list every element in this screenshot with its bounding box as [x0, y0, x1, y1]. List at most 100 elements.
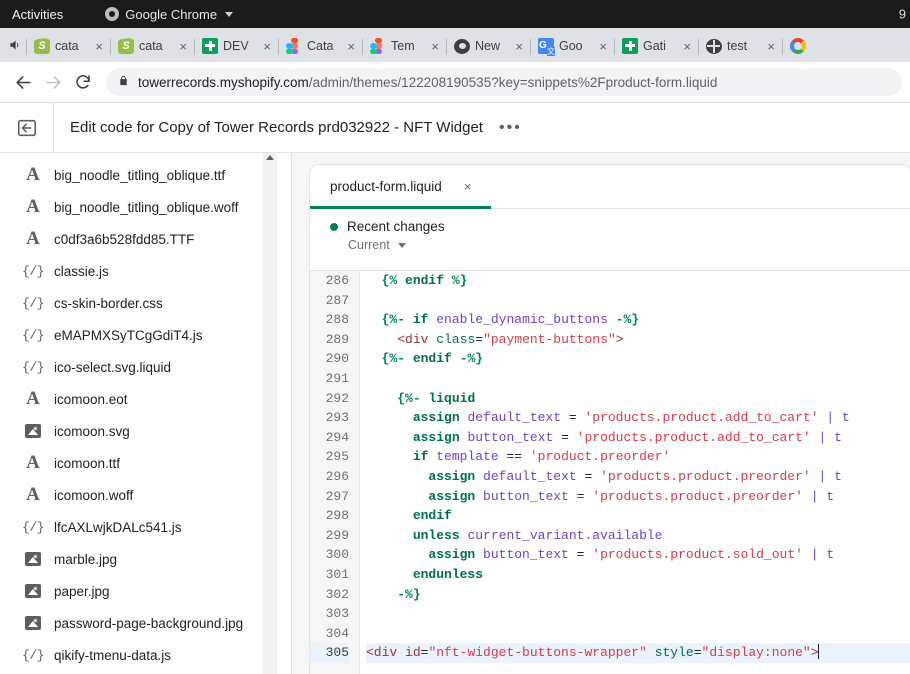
- code-area[interactable]: 2862872882892902912922932942952962972982…: [310, 271, 910, 674]
- code-line[interactable]: assign default_text = 'products.product.…: [366, 467, 910, 487]
- code-line[interactable]: [366, 369, 910, 389]
- file-list-item[interactable]: Ac0df3a6b528fdd85.TTF: [0, 223, 291, 255]
- system-clock[interactable]: 9: [899, 7, 906, 22]
- browser-tab-new[interactable]: [782, 30, 812, 62]
- line-number: 295: [310, 447, 349, 467]
- file-list-item[interactable]: {/}eMAPMXSyTCgGdiT4.js: [0, 319, 291, 351]
- code-line[interactable]: <div id="nft-widget-buttons-wrapper" sty…: [366, 643, 910, 663]
- close-icon[interactable]: ×: [346, 40, 356, 53]
- browser-tab-gati[interactable]: Gati×: [614, 30, 698, 62]
- browser-tab-test[interactable]: test×: [698, 30, 782, 62]
- version-select[interactable]: Current: [348, 238, 910, 252]
- file-list-item[interactable]: {/}ico-select.svg.liquid: [0, 351, 291, 383]
- file-list-item[interactable]: {/}classie.js: [0, 255, 291, 287]
- code-line[interactable]: unless current_variant.available: [366, 526, 910, 546]
- exit-sidebar-icon[interactable]: [0, 103, 54, 153]
- line-number: 304: [310, 624, 349, 644]
- code-line[interactable]: endif: [366, 506, 910, 526]
- close-icon[interactable]: ×: [430, 40, 440, 53]
- sidebar-scrollbar[interactable]: [263, 153, 277, 674]
- arrow-left-icon[interactable]: [8, 67, 38, 97]
- speaker-icon[interactable]: [4, 28, 26, 62]
- address-bar[interactable]: towerrecords.myshopify.com/admin/themes/…: [106, 68, 902, 96]
- file-name: eMAPMXSyTCgGdiT4.js: [54, 328, 203, 343]
- activities-button[interactable]: Activities: [12, 7, 63, 22]
- code-line[interactable]: -%}: [366, 585, 910, 605]
- code-line[interactable]: assign button_text = 'products.product.s…: [366, 545, 910, 565]
- scroll-up-arrow-icon[interactable]: [266, 155, 274, 160]
- browser-tab-cata[interactable]: Cata ×: [278, 30, 362, 62]
- shopify-icon: [118, 38, 134, 54]
- file-list-item[interactable]: password-page-background.jpg: [0, 607, 291, 639]
- file-list-item[interactable]: icomoon.svg: [0, 415, 291, 447]
- close-icon[interactable]: ×: [514, 40, 524, 53]
- code-line[interactable]: assign button_text = 'products.product.p…: [366, 487, 910, 507]
- file-list-item[interactable]: paper.jpg: [0, 575, 291, 607]
- code-token: current_variant.available: [467, 528, 662, 543]
- browser-tab-title: Cata: [307, 39, 341, 53]
- code-token: "nft-widget-buttons-wrapper": [428, 645, 646, 660]
- code-line[interactable]: {% endif %}: [366, 271, 910, 291]
- code-content[interactable]: {% endif %} {%- if enable_dynamic_button…: [360, 271, 910, 674]
- code-editor-pane: product-form.liquid × Recent changes Cur…: [292, 153, 910, 674]
- code-token: [366, 410, 413, 425]
- file-list-item[interactable]: Abig_noodle_titling_oblique.ttf: [0, 159, 291, 191]
- line-number: 289: [310, 330, 349, 350]
- line-number: 303: [310, 604, 349, 624]
- close-icon[interactable]: ×: [598, 40, 608, 53]
- code-line[interactable]: {%- if enable_dynamic_buttons -%}: [366, 310, 910, 330]
- browser-tab-tem[interactable]: Tem×: [362, 30, 446, 62]
- code-token: 'products.product.add_to_cart': [584, 410, 818, 425]
- chrome-icon: [105, 7, 119, 21]
- file-list-item[interactable]: {/}cs-skin-border.css: [0, 287, 291, 319]
- code-line[interactable]: <div class="payment-buttons">: [366, 330, 910, 350]
- file-name: icomoon.woff: [54, 488, 133, 503]
- recent-changes-bar: Recent changes Current: [310, 209, 910, 271]
- url-path: /admin/themes/122208190535?key=snippets%…: [309, 75, 718, 90]
- code-token: =: [569, 489, 592, 504]
- code-token: [366, 449, 413, 464]
- file-list-item[interactable]: Abig_noodle_titling_oblique.woff: [0, 191, 291, 223]
- code-token: class: [436, 332, 475, 347]
- page-title: Edit code for Copy of Tower Records prd0…: [70, 119, 483, 136]
- browser-tab-new[interactable]: New×: [446, 30, 530, 62]
- code-line[interactable]: {%- liquid: [366, 389, 910, 409]
- active-app-menu[interactable]: Google Chrome: [105, 7, 233, 22]
- browser-tab-cata[interactable]: cata×: [110, 30, 194, 62]
- code-line[interactable]: {%- endif -%}: [366, 349, 910, 369]
- reload-icon[interactable]: [68, 67, 98, 97]
- close-icon[interactable]: ×: [464, 180, 472, 193]
- close-icon[interactable]: ×: [178, 40, 188, 53]
- code-token: [366, 312, 382, 327]
- editor-card: product-form.liquid × Recent changes Cur…: [310, 165, 910, 674]
- browser-tab-cata[interactable]: cata×: [26, 30, 110, 62]
- code-line[interactable]: [366, 624, 910, 644]
- code-line[interactable]: [366, 604, 910, 624]
- line-number: 293: [310, 408, 349, 428]
- line-number-gutter: 2862872882892902912922932942952962972982…: [310, 271, 360, 674]
- file-list-item[interactable]: marble.jpg: [0, 543, 291, 575]
- file-list-item[interactable]: {/}lfcAXLwjkDALc541.js: [0, 511, 291, 543]
- code-token: "payment-buttons": [483, 332, 616, 347]
- close-icon[interactable]: ×: [682, 40, 692, 53]
- close-icon[interactable]: ×: [262, 40, 272, 53]
- close-icon[interactable]: ×: [766, 40, 776, 53]
- code-line[interactable]: assign default_text = 'products.product.…: [366, 408, 910, 428]
- file-list-item[interactable]: Aicomoon.eot: [0, 383, 291, 415]
- line-number: 300: [310, 545, 349, 565]
- code-token: -%}: [452, 351, 483, 366]
- editor-tab-product-form[interactable]: product-form.liquid ×: [310, 165, 491, 208]
- browser-tab-goo[interactable]: Goo×: [530, 30, 614, 62]
- file-list-item[interactable]: Aicomoon.ttf: [0, 447, 291, 479]
- file-list-item[interactable]: {/}qikify-tmenu-data.js: [0, 639, 291, 671]
- code-line[interactable]: if template == 'product.preorder': [366, 447, 910, 467]
- more-actions-button[interactable]: •••: [499, 120, 522, 136]
- font-file-icon: A: [22, 196, 44, 218]
- close-icon[interactable]: ×: [94, 40, 104, 53]
- code-line[interactable]: assign button_text = 'products.product.a…: [366, 428, 910, 448]
- browser-tab-dev[interactable]: DEV×: [194, 30, 278, 62]
- code-line[interactable]: endunless: [366, 565, 910, 585]
- code-token: =: [475, 332, 483, 347]
- file-list-item[interactable]: Aicomoon.woff: [0, 479, 291, 511]
- code-line[interactable]: [366, 291, 910, 311]
